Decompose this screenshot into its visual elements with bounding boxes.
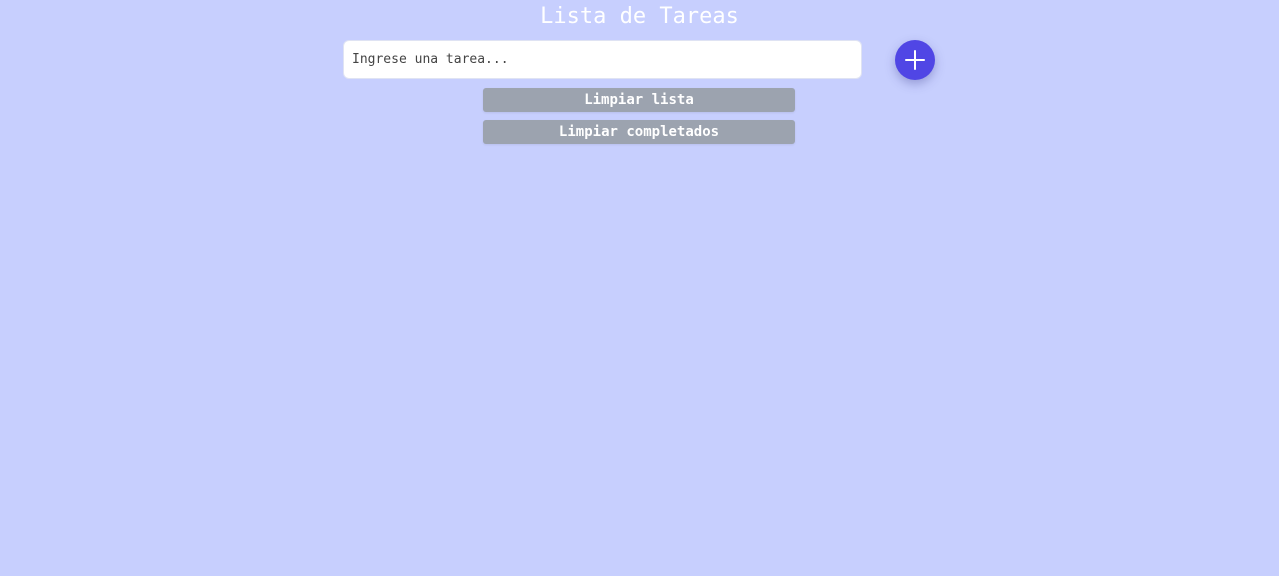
page-title: Lista de Tareas [540,4,739,29]
task-input[interactable] [343,40,862,79]
add-task-button[interactable] [895,40,935,80]
todo-app: Lista de Tareas Limpiar lista Limpiar co… [0,0,1279,576]
clear-completed-button[interactable]: Limpiar completados [483,120,795,144]
plus-icon [905,50,925,70]
clear-list-button[interactable]: Limpiar lista [483,88,795,112]
